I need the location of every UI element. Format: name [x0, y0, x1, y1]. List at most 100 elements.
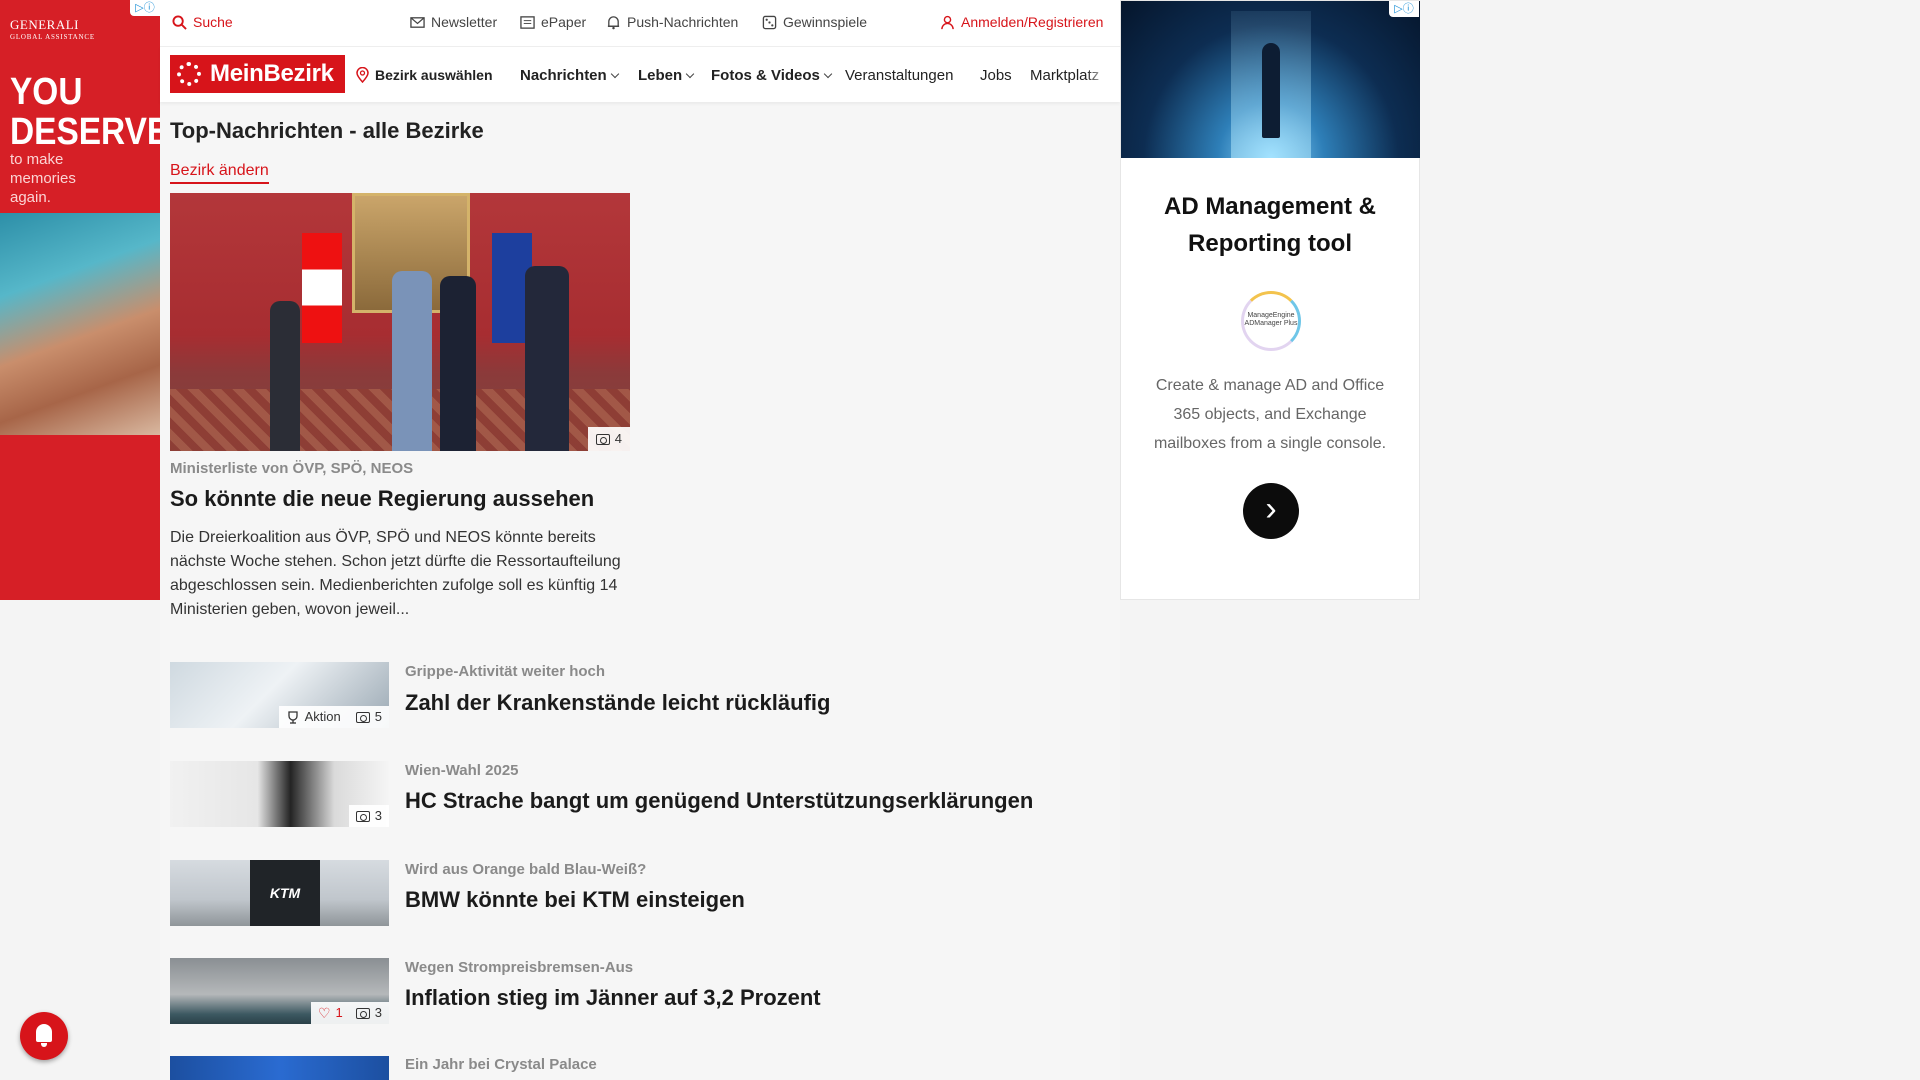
- chevron-down-icon: [823, 69, 833, 79]
- nav-item-fotos-videos[interactable]: Fotos & Videos: [711, 67, 833, 84]
- like-count: 1: [335, 1005, 343, 1020]
- hero-article-image[interactable]: 4: [170, 193, 630, 451]
- photo-count: 3: [374, 808, 382, 823]
- main-column: Suche Newsletter ePaper Push-Nachrichten…: [160, 0, 1120, 1080]
- nav-label: Veranstaltungen: [845, 67, 954, 84]
- right-empty-area: [1420, 0, 1920, 1080]
- right-advertisement[interactable]: ▷ⓘ AD Management & Reporting tool Manage…: [1120, 0, 1421, 600]
- hero-kicker: Ministerliste von ÖVP, SPÖ, NEOS: [170, 460, 414, 477]
- gewinnspiele-link[interactable]: Gewinnspiele: [762, 14, 867, 30]
- newspaper-icon: [520, 15, 535, 29]
- search-label: Suche: [193, 14, 233, 30]
- nav-item-marktplatz[interactable]: Marktplatz: [1030, 67, 1110, 84]
- photo-count-badge: 4: [587, 427, 630, 451]
- ad-image: [1121, 1, 1421, 158]
- nav-item-leben[interactable]: Leben: [638, 67, 695, 84]
- dice-icon: [762, 15, 777, 29]
- newsletter-link[interactable]: Newsletter: [410, 14, 497, 30]
- search-icon: [172, 14, 187, 30]
- hero-teaser: Die Dreierkoalition aus ÖVP, SPÖ und NEO…: [170, 529, 621, 618]
- action-label: Aktion: [304, 709, 341, 724]
- epaper-link[interactable]: ePaper: [520, 14, 586, 30]
- ad-person: [1262, 43, 1280, 138]
- ad-brand-sub: GLOBAL ASSISTANCE: [10, 33, 95, 41]
- user-icon: [941, 15, 954, 29]
- change-bezirk-link[interactable]: Bezirk ändern: [170, 162, 269, 184]
- article-thumbnail[interactable]: Aktion 5: [170, 662, 389, 728]
- nav-item-veranstaltungen[interactable]: Veranstaltungen: [845, 67, 953, 84]
- push-label: Push-Nachrichten: [627, 14, 739, 30]
- newsletter-label: Newsletter: [431, 14, 498, 30]
- ad-subline: to make memories again.: [10, 151, 76, 206]
- ad-photo: [0, 213, 160, 435]
- nav-label: Fotos & Videos: [711, 67, 820, 84]
- camera-icon: [355, 810, 370, 822]
- ad-brand-name: GENERALI: [10, 17, 79, 32]
- chevron-down-icon: [685, 69, 695, 79]
- article-headline[interactable]: Inflation stieg im Jänner auf 3,2 Prozen…: [405, 985, 821, 1011]
- hero-person: [440, 276, 476, 451]
- hero-headline[interactable]: So könnte die neue Regierung aussehen: [170, 486, 594, 512]
- ktm-text: KTM: [269, 885, 301, 901]
- page: ▷ⓘ GENERALI GLOBAL ASSISTANCE YOU DESERV…: [0, 0, 1920, 1080]
- push-link[interactable]: Push-Nachrichten: [606, 14, 738, 30]
- article-headline[interactable]: Zahl der Krankenstände leicht rückläufig: [405, 690, 830, 716]
- nav-label: Jobs: [980, 67, 1012, 84]
- ad-body: Create & manage AD and Office 365 object…: [1153, 377, 1387, 452]
- article-kicker: Wegen Strompreisbremsen-Aus: [405, 959, 634, 976]
- epaper-label: ePaper: [541, 14, 587, 30]
- login-label: Anmelden/Registrieren: [961, 14, 1104, 30]
- chevron-down-icon: [610, 69, 619, 79]
- search-link[interactable]: Suche: [172, 14, 233, 30]
- ad-logo: ManageEngine ADManager Plus: [1241, 291, 1301, 351]
- main-navigation: MeinBezirk Bezirk auswählen Nachrichten …: [160, 46, 1120, 102]
- article-headline[interactable]: BMW könnte bei KTM einsteigen: [405, 887, 745, 913]
- notification-bell-button[interactable]: [20, 1012, 68, 1060]
- ad-choices-icon[interactable]: ▷ⓘ: [1389, 1, 1419, 17]
- hero-person: [270, 301, 300, 451]
- ad-headline: YOU DESERVE: [10, 71, 160, 153]
- article-thumbnail[interactable]: ♡ 1 3: [170, 958, 389, 1024]
- top-utility-bar: Suche Newsletter ePaper Push-Nachrichten…: [160, 0, 1120, 46]
- ktm-sign: KTM: [250, 860, 320, 926]
- meinbezirk-logo[interactable]: MeinBezirk: [170, 55, 345, 93]
- nav-item-nachrichten[interactable]: Nachrichten: [520, 67, 619, 84]
- article-kicker: Wien-Wahl 2025: [405, 762, 519, 779]
- thumbnail-badge: ♡ 1 3: [310, 1002, 389, 1024]
- ad-title: AD Management & Reporting tool: [1163, 193, 1377, 257]
- thumbnail-badge: Aktion 5: [278, 706, 389, 728]
- map-pin-icon: [356, 67, 369, 83]
- bezirk-select-label: Bezirk auswählen: [375, 67, 493, 83]
- article-headline[interactable]: HC Strache bangt um genügend Unterstützu…: [405, 788, 1033, 814]
- logo-gear-icon: [177, 62, 201, 86]
- article-kicker: Ein Jahr bei Crystal Palace: [405, 1056, 597, 1073]
- thumbnail-badge: 3: [348, 805, 389, 827]
- camera-icon: [355, 711, 370, 723]
- hero-person: [392, 271, 432, 451]
- hero-person: [525, 266, 569, 451]
- section-title: Top-Nachrichten - alle Bezirke: [170, 118, 484, 143]
- article-thumbnail[interactable]: 3: [170, 761, 389, 827]
- nav-item-jobs[interactable]: Jobs: [980, 67, 1012, 84]
- photo-count: 4: [614, 431, 622, 446]
- article-thumbnail[interactable]: KTM: [170, 860, 389, 926]
- ad-brand: GENERALI GLOBAL ASSISTANCE: [10, 18, 95, 44]
- camera-icon: [595, 433, 610, 445]
- envelope-icon: [410, 16, 425, 28]
- article-kicker: Wird aus Orange bald Blau-Weiß?: [405, 861, 647, 878]
- camera-icon: [355, 1007, 370, 1019]
- ad-choices-icon[interactable]: ▷ⓘ: [130, 0, 160, 16]
- austria-flag: [302, 233, 342, 343]
- article-thumbnail[interactable]: [170, 1056, 389, 1080]
- trophy-icon: [287, 710, 298, 724]
- left-advertisement[interactable]: ▷ⓘ GENERALI GLOBAL ASSISTANCE YOU DESERV…: [0, 0, 160, 600]
- bezirk-select[interactable]: Bezirk auswählen: [356, 67, 493, 83]
- login-link[interactable]: Anmelden/Registrieren: [940, 14, 1103, 30]
- bell-icon: [607, 15, 620, 29]
- nav-label: Leben: [638, 67, 683, 84]
- chevron-right-icon[interactable]: ›: [1243, 483, 1299, 539]
- gewinnspiele-label: Gewinnspiele: [783, 14, 868, 30]
- photo-count: 3: [374, 1005, 382, 1020]
- article-kicker: Grippe-Aktivität weiter hoch: [405, 663, 606, 680]
- nav-label: Nachrichten: [520, 67, 607, 84]
